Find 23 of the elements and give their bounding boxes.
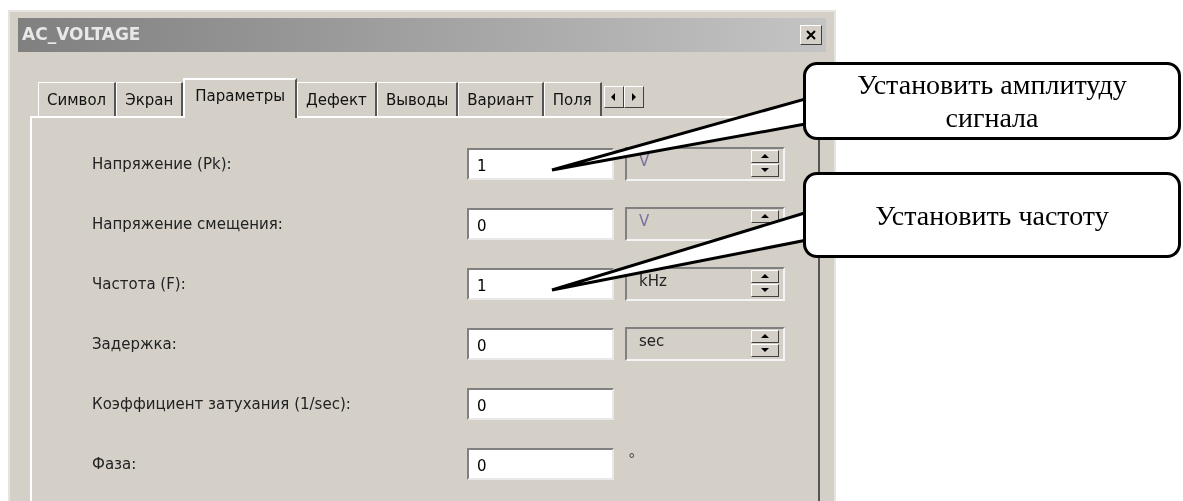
tab[interactable]: Поля: [543, 82, 602, 116]
value-field[interactable]: 0: [467, 388, 614, 420]
unit-spin-box[interactable]: kHz: [625, 267, 785, 301]
tab[interactable]: Экран: [116, 82, 184, 116]
callout: Установить частоту: [803, 172, 1181, 258]
field-label: Задержка:: [92, 333, 178, 355]
tab[interactable]: Символ: [38, 82, 117, 116]
callout: Установить амплитуду сигнала: [803, 62, 1181, 140]
window-title: AC_VOLTAGE: [22, 23, 141, 47]
tab[interactable]: Параметры: [183, 78, 298, 118]
tab[interactable]: Дефект: [297, 82, 377, 116]
field-label: Фаза:: [92, 453, 138, 475]
unit-spin-box[interactable]: sec: [625, 327, 785, 361]
degree-unit: °: [628, 449, 636, 471]
value-field[interactable]: 0: [467, 328, 614, 360]
tab[interactable]: Выводы: [376, 82, 459, 116]
field-label: Коэффициент затухания (1/sec):: [92, 393, 352, 415]
value-field[interactable]: 1: [467, 268, 614, 300]
field-label: Напряжение смещения:: [92, 213, 284, 235]
field-label: Частота (F):: [92, 273, 187, 295]
field-label: Напряжение (Pk):: [92, 153, 233, 175]
tab[interactable]: Вариант: [458, 82, 544, 116]
value-field[interactable]: 0: [467, 448, 614, 480]
